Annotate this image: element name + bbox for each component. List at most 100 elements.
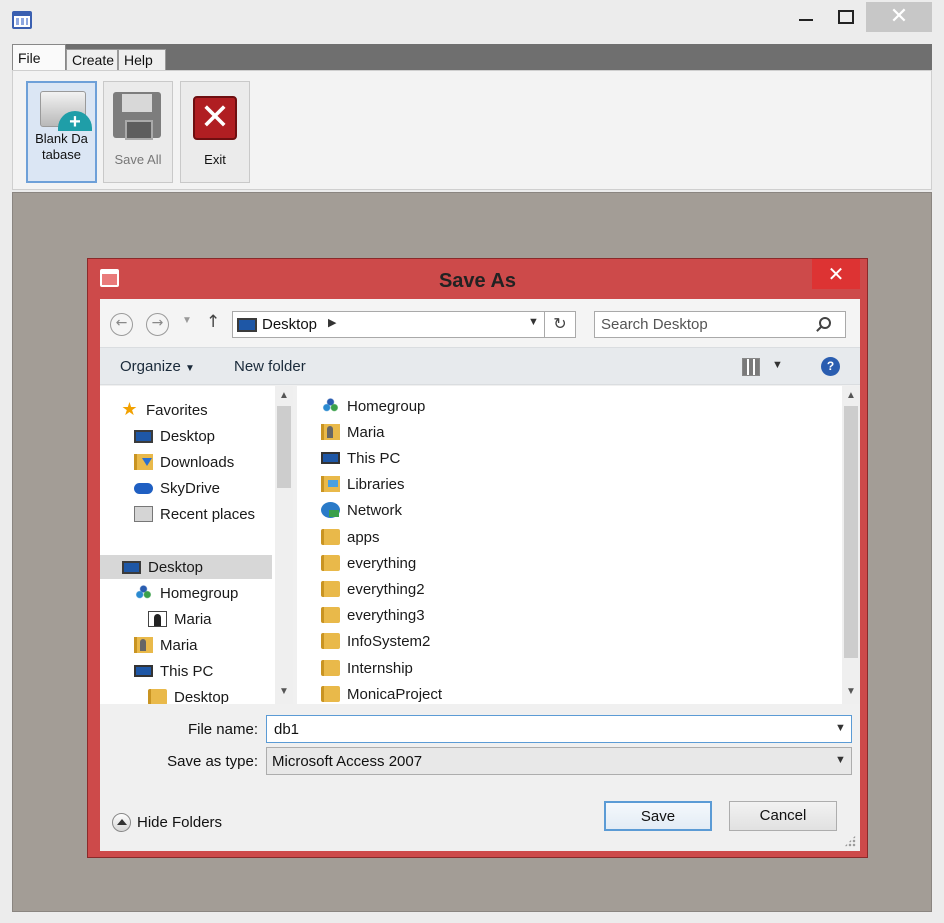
user-folder-icon bbox=[134, 637, 153, 653]
scroll-down-icon[interactable]: ▼ bbox=[275, 686, 293, 697]
list-item[interactable]: apps bbox=[321, 525, 380, 549]
file-name-combo[interactable]: ▼ bbox=[266, 715, 852, 743]
dialog-body: ← → ▼ ↑ Desktop ▶ ▼ ↻ Organize ▼ New fol… bbox=[100, 299, 860, 851]
folder-icon bbox=[148, 689, 167, 704]
tree-item-favorites[interactable]: ★ Favorites bbox=[120, 398, 270, 422]
tree-item-homegroup[interactable]: Homegroup bbox=[134, 581, 274, 605]
refresh-icon: ↻ bbox=[553, 314, 567, 333]
search-icon[interactable] bbox=[819, 317, 831, 329]
list-item[interactable]: everything3 bbox=[321, 603, 425, 627]
save-as-type-select[interactable]: Microsoft Access 2007 ▼ bbox=[266, 747, 852, 775]
view-options-button[interactable]: ▼ bbox=[772, 359, 783, 371]
dialog-close-button[interactable]: ✕ bbox=[812, 259, 860, 289]
add-icon: + bbox=[58, 111, 92, 133]
save-all-button[interactable]: Save All bbox=[103, 81, 173, 183]
tree-item-pc-desktop[interactable]: Desktop bbox=[148, 685, 274, 704]
list-item[interactable]: Libraries bbox=[321, 472, 405, 496]
close-button[interactable]: ✕ bbox=[866, 2, 932, 32]
search-input[interactable] bbox=[601, 316, 811, 333]
tree-item-maria-user[interactable]: Maria bbox=[148, 607, 274, 631]
search-box[interactable] bbox=[594, 311, 846, 338]
user-folder-icon bbox=[321, 424, 340, 440]
folder-icon bbox=[321, 660, 340, 676]
list-item[interactable]: Internship bbox=[321, 656, 413, 680]
cancel-button[interactable]: Cancel bbox=[729, 801, 837, 831]
blank-database-label: Blank Database bbox=[35, 131, 88, 162]
tree-item-label: This PC bbox=[160, 662, 214, 680]
scroll-down-icon[interactable]: ▼ bbox=[842, 686, 860, 697]
scrollbar-thumb[interactable] bbox=[844, 406, 858, 658]
view-grid-icon[interactable] bbox=[742, 358, 760, 376]
list-item[interactable]: This PC bbox=[321, 446, 400, 470]
address-bar[interactable]: Desktop ▶ ▼ bbox=[232, 311, 545, 338]
list-item[interactable]: InfoSystem2 bbox=[321, 629, 430, 653]
list-item[interactable]: everything2 bbox=[321, 577, 425, 601]
exit-x-icon: ✕ bbox=[193, 96, 237, 140]
tree-item-desktop[interactable]: Desktop bbox=[134, 424, 274, 448]
breadcrumb-chevron-icon[interactable]: ▶ bbox=[328, 316, 336, 329]
navigation-scrollbar[interactable]: ▲ ▼ bbox=[275, 386, 293, 704]
chevron-down-icon[interactable]: ▼ bbox=[835, 722, 846, 734]
tree-item-recent-places[interactable]: Recent places bbox=[134, 502, 274, 526]
list-item[interactable]: MonicaProject bbox=[321, 682, 442, 704]
command-toolbar: Organize ▼ New folder ▼ ? bbox=[100, 347, 860, 385]
file-name-label: File name: bbox=[187, 721, 258, 738]
save-button[interactable]: Save bbox=[604, 801, 712, 831]
help-icon[interactable]: ? bbox=[821, 357, 840, 376]
scrollbar-thumb[interactable] bbox=[277, 406, 291, 488]
tree-item-label: Favorites bbox=[146, 401, 208, 419]
tab-help[interactable]: Help bbox=[118, 49, 166, 70]
scroll-up-icon[interactable]: ▲ bbox=[842, 390, 860, 401]
file-name: Network bbox=[347, 501, 403, 519]
save-as-dialog: Save As ✕ ← → ▼ ↑ Desktop ▶ ▼ ↻ Organize… bbox=[87, 258, 868, 858]
organize-button[interactable]: Organize ▼ bbox=[120, 358, 195, 375]
tree-item-label: Desktop bbox=[148, 558, 204, 576]
organize-label: Organize bbox=[120, 358, 181, 375]
file-list-scrollbar[interactable]: ▲ ▼ bbox=[842, 386, 860, 704]
tree-item-label: Recent places bbox=[160, 505, 256, 523]
tree-item-maria[interactable]: Maria bbox=[134, 633, 274, 657]
tree-item-this-pc[interactable]: This PC bbox=[134, 659, 274, 683]
tree-item-label: Maria bbox=[174, 610, 212, 628]
file-name: This PC bbox=[347, 449, 401, 467]
file-name: Internship bbox=[347, 659, 413, 677]
forward-button[interactable]: → bbox=[146, 313, 169, 336]
tree-item-skydrive[interactable]: SkyDrive bbox=[134, 476, 274, 500]
list-item[interactable]: Network bbox=[321, 498, 402, 522]
refresh-button[interactable]: ↻ bbox=[545, 311, 576, 338]
up-button[interactable]: ↑ bbox=[206, 312, 220, 332]
navigation-pane: ★ Favorites Desktop Downloads SkyDrive Re… bbox=[100, 386, 293, 704]
tab-create[interactable]: Create bbox=[66, 49, 118, 70]
homegroup-icon bbox=[321, 398, 340, 414]
maximize-button[interactable] bbox=[822, 2, 870, 32]
file-name-input[interactable] bbox=[274, 721, 814, 738]
list-item[interactable]: Homegroup bbox=[321, 394, 425, 418]
navigation-row: ← → ▼ ↑ Desktop ▶ ▼ ↻ bbox=[100, 299, 860, 347]
file-name: Maria bbox=[347, 423, 385, 441]
folder-icon bbox=[321, 686, 340, 702]
tree-item-label: Desktop bbox=[174, 688, 230, 705]
address-chevron-down-icon[interactable]: ▼ bbox=[528, 316, 539, 328]
list-item[interactable]: everything bbox=[321, 551, 416, 575]
file-name: InfoSystem2 bbox=[347, 632, 431, 650]
resize-grip-icon[interactable] bbox=[844, 835, 856, 847]
save-as-type-value: Microsoft Access 2007 bbox=[272, 753, 423, 770]
tree-item-desktop-root[interactable]: Desktop bbox=[100, 555, 272, 579]
ribbon-tabs: File Create Help bbox=[12, 44, 932, 71]
back-button[interactable]: ← bbox=[110, 313, 133, 336]
chevron-down-icon: ▼ bbox=[182, 315, 192, 326]
hide-folders-button[interactable]: Hide Folders bbox=[112, 811, 222, 833]
tree-item-downloads[interactable]: Downloads bbox=[134, 450, 274, 474]
recent-locations-button[interactable]: ▼ bbox=[182, 315, 192, 326]
dialog-title: Save As bbox=[438, 270, 517, 292]
desktop-icon bbox=[237, 318, 257, 332]
file-name: everything2 bbox=[347, 580, 425, 598]
tree-item-label: Homegroup bbox=[160, 584, 239, 602]
scroll-up-icon[interactable]: ▲ bbox=[275, 390, 293, 401]
list-item[interactable]: Maria bbox=[321, 420, 385, 444]
new-folder-button[interactable]: New folder bbox=[234, 358, 306, 375]
tab-file[interactable]: File bbox=[12, 44, 66, 71]
forward-arrow-icon: → bbox=[151, 315, 164, 331]
exit-button[interactable]: ✕ Exit bbox=[180, 81, 250, 183]
blank-database-button[interactable]: + Blank Database bbox=[26, 81, 97, 183]
